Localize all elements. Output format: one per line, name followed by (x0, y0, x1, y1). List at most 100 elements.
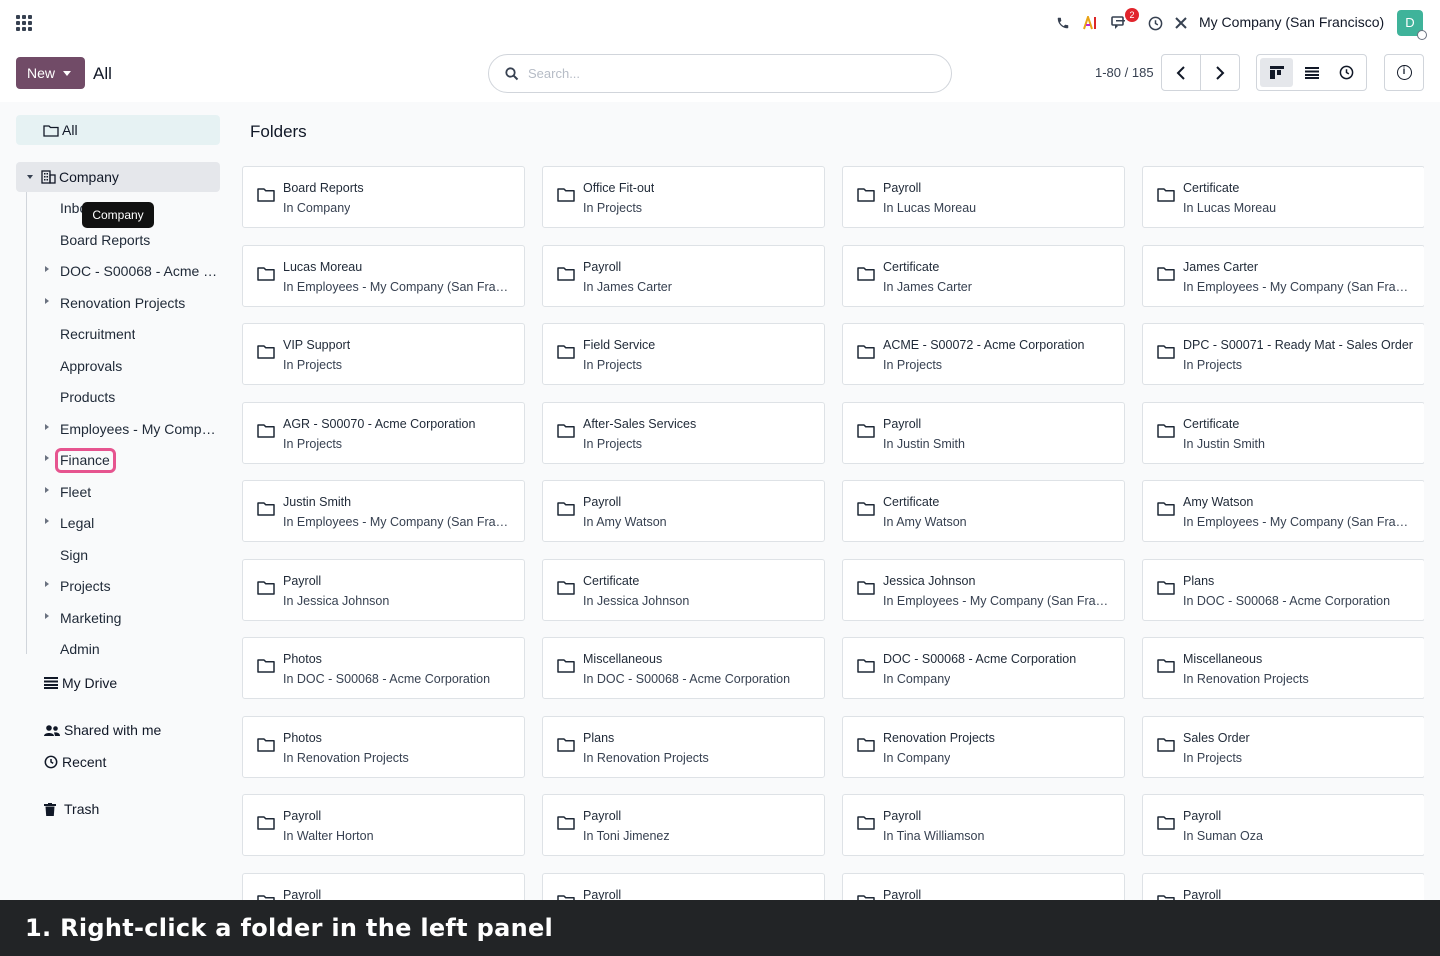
folder-card[interactable]: Sales Order In Projects (1142, 715, 1424, 778)
sidebar-item-trash[interactable]: Trash (44, 801, 99, 817)
caret-right-icon[interactable] (45, 298, 49, 304)
folder-card[interactable]: Payroll In James Carter (542, 244, 825, 307)
folder-card[interactable]: VIP Support In Projects (242, 323, 525, 385)
phone-icon[interactable] (1054, 12, 1072, 34)
folder-name: James Carter (1183, 259, 1259, 274)
user-avatar[interactable]: D (1397, 10, 1427, 40)
folder-card[interactable]: Board Reports In Company (242, 166, 525, 228)
folder-card[interactable]: Payroll In Walter Horton (242, 794, 525, 856)
tools-icon[interactable] (1172, 12, 1190, 34)
app-menu-icon[interactable] (16, 15, 32, 31)
sidebar-item-finance[interactable]: Finance (60, 452, 110, 468)
next-button[interactable] (1201, 55, 1239, 90)
sidebar-item-doc-s00068[interactable]: DOC - S00068 - Acme Corporation (60, 263, 218, 279)
folder-card[interactable]: Jessica Johnson In Employees - My Company… (842, 558, 1125, 621)
caret-right-icon[interactable] (45, 487, 49, 493)
caret-right-icon[interactable] (45, 455, 49, 461)
sidebar-item-board-reports[interactable]: Board Reports (60, 232, 150, 248)
folder-name: Payroll (883, 181, 922, 195)
folder-card[interactable]: Payroll In Amy Watson (542, 480, 825, 542)
folder-card[interactable]: Office Fit-out In Projects (542, 166, 825, 228)
company-switcher[interactable]: My Company (San Francisco) (1199, 14, 1384, 30)
sidebar-item-sign[interactable]: Sign (60, 547, 88, 563)
caret-right-icon[interactable] (45, 266, 49, 272)
activity-view-button[interactable] (1330, 58, 1363, 87)
sidebar-item-admin[interactable]: Admin (60, 641, 100, 657)
folder-card[interactable]: Renovation Projects In Company (842, 715, 1125, 778)
caret-right-icon[interactable] (45, 613, 49, 619)
kanban-view-button[interactable] (1260, 58, 1293, 87)
sidebar-item-products[interactable]: Products (60, 389, 115, 405)
sidebar-item-projects[interactable]: Projects (60, 578, 111, 594)
folder-name: Plans (583, 730, 615, 745)
search-bar[interactable] (488, 54, 952, 93)
folder-card[interactable]: Payroll In Suman Oza (1142, 794, 1424, 856)
folder-card[interactable]: Payroll In Jessica Johnson (242, 558, 525, 621)
folder-name: Board Reports (283, 181, 364, 195)
folder-parent: In DOC - S00068 - Acme Corporation (1183, 593, 1391, 608)
search-input[interactable] (528, 66, 908, 81)
sidebar-item-approvals[interactable]: Approvals (60, 358, 122, 374)
users-icon (44, 724, 60, 736)
folder-card[interactable]: Plans In Renovation Projects (542, 715, 825, 778)
new-button[interactable]: New (16, 57, 85, 89)
folder-icon (1157, 345, 1175, 359)
folder-parent: In Projects (583, 436, 643, 451)
sidebar-item-fleet[interactable]: Fleet (60, 484, 91, 500)
chevron-left-icon (1176, 65, 1185, 80)
sidebar-item-legal[interactable]: Legal (60, 515, 94, 531)
sidebar-item-my-drive[interactable]: My Drive (44, 675, 117, 691)
folder-card[interactable]: DOC - S00068 - Acme Corporation In Compan… (842, 637, 1125, 699)
folder-parent: In Renovation Projects (1183, 672, 1309, 686)
folder-card[interactable]: Payroll In Tina Williamson (842, 794, 1125, 856)
folder-card[interactable]: Photos In DOC - S00068 - Acme Corporation (242, 637, 525, 699)
folder-card[interactable]: Payroll (542, 872, 825, 900)
sidebar-item-company[interactable]: Company (16, 162, 220, 192)
folder-card[interactable]: James Carter In Employees - My Company (S… (1142, 244, 1424, 307)
sidebar-item-all[interactable]: All (16, 115, 220, 145)
list-view-button[interactable] (1295, 58, 1328, 87)
sidebar-item-recruitment[interactable]: Recruitment (60, 326, 135, 342)
folder-card[interactable]: After-Sales Services In Projects (542, 401, 825, 464)
folder-name: Office Fit-out (583, 181, 655, 195)
folder-icon (257, 188, 275, 202)
folder-card[interactable]: Payroll (842, 872, 1125, 900)
folder-card[interactable]: DPC - S00071 - Ready Mat - Sales Order In… (1142, 323, 1424, 385)
sidebar-item-shared[interactable]: Shared with me (44, 722, 161, 738)
folder-card[interactable]: Payroll (1142, 872, 1424, 900)
sidebar-item-recent[interactable]: Recent (44, 754, 106, 770)
folder-card[interactable]: Field Service In Projects (542, 323, 825, 385)
caret-right-icon[interactable] (45, 518, 49, 524)
folder-icon (43, 124, 59, 137)
folder-card[interactable]: AGR - S00070 - Acme Corporation In Projec… (242, 401, 525, 464)
ai-icon[interactable] (1082, 12, 1100, 34)
folder-card[interactable]: Certificate In Jessica Johnson (542, 558, 825, 621)
folder-card[interactable]: Payroll In Lucas Moreau (842, 166, 1125, 228)
folder-card[interactable]: Payroll In Toni Jimenez (542, 794, 825, 856)
info-button[interactable]: i (1384, 54, 1424, 91)
folder-card[interactable]: Miscellaneous In DOC - S00068 - Acme Corp… (542, 637, 825, 699)
folder-card[interactable]: Certificate In Amy Watson (842, 480, 1125, 542)
folder-parent: In Jessica Johnson (583, 593, 690, 608)
previous-button[interactable] (1162, 55, 1201, 90)
folder-card[interactable]: Certificate In James Carter (842, 244, 1125, 307)
folder-card[interactable]: Certificate In Lucas Moreau (1142, 166, 1424, 228)
folder-card[interactable]: Lucas Moreau In Employees - My Company (S… (242, 244, 525, 307)
folder-icon (557, 423, 575, 438)
folder-card[interactable]: Photos In Renovation Projects (242, 715, 525, 778)
pager-value[interactable]: 1-80 / 185 (1095, 65, 1154, 80)
folder-card[interactable]: Amy Watson In Employees - My Company (San… (1142, 480, 1424, 542)
folder-card[interactable]: Miscellaneous In Renovation Projects (1142, 637, 1424, 699)
folder-card[interactable]: Payroll In Justin Smith (842, 401, 1125, 464)
folder-card[interactable]: Justin Smith In Employees - My Company (S… (242, 480, 525, 542)
sidebar-item-employees[interactable]: Employees - My Company (San Francisco) (60, 421, 218, 437)
folder-card[interactable]: Certificate In Justin Smith (1142, 401, 1424, 464)
folder-card[interactable]: Plans In DOC - S00068 - Acme Corporation (1142, 558, 1424, 621)
caret-right-icon[interactable] (45, 424, 49, 430)
folder-card[interactable]: Payroll (242, 872, 525, 900)
clock-icon[interactable] (1146, 12, 1164, 34)
caret-right-icon[interactable] (45, 581, 49, 587)
sidebar-item-marketing[interactable]: Marketing (60, 610, 121, 626)
sidebar-item-renovation-projects[interactable]: Renovation Projects (60, 295, 185, 311)
folder-card[interactable]: ACME - S00072 - Acme Corporation In Proje… (842, 323, 1125, 385)
